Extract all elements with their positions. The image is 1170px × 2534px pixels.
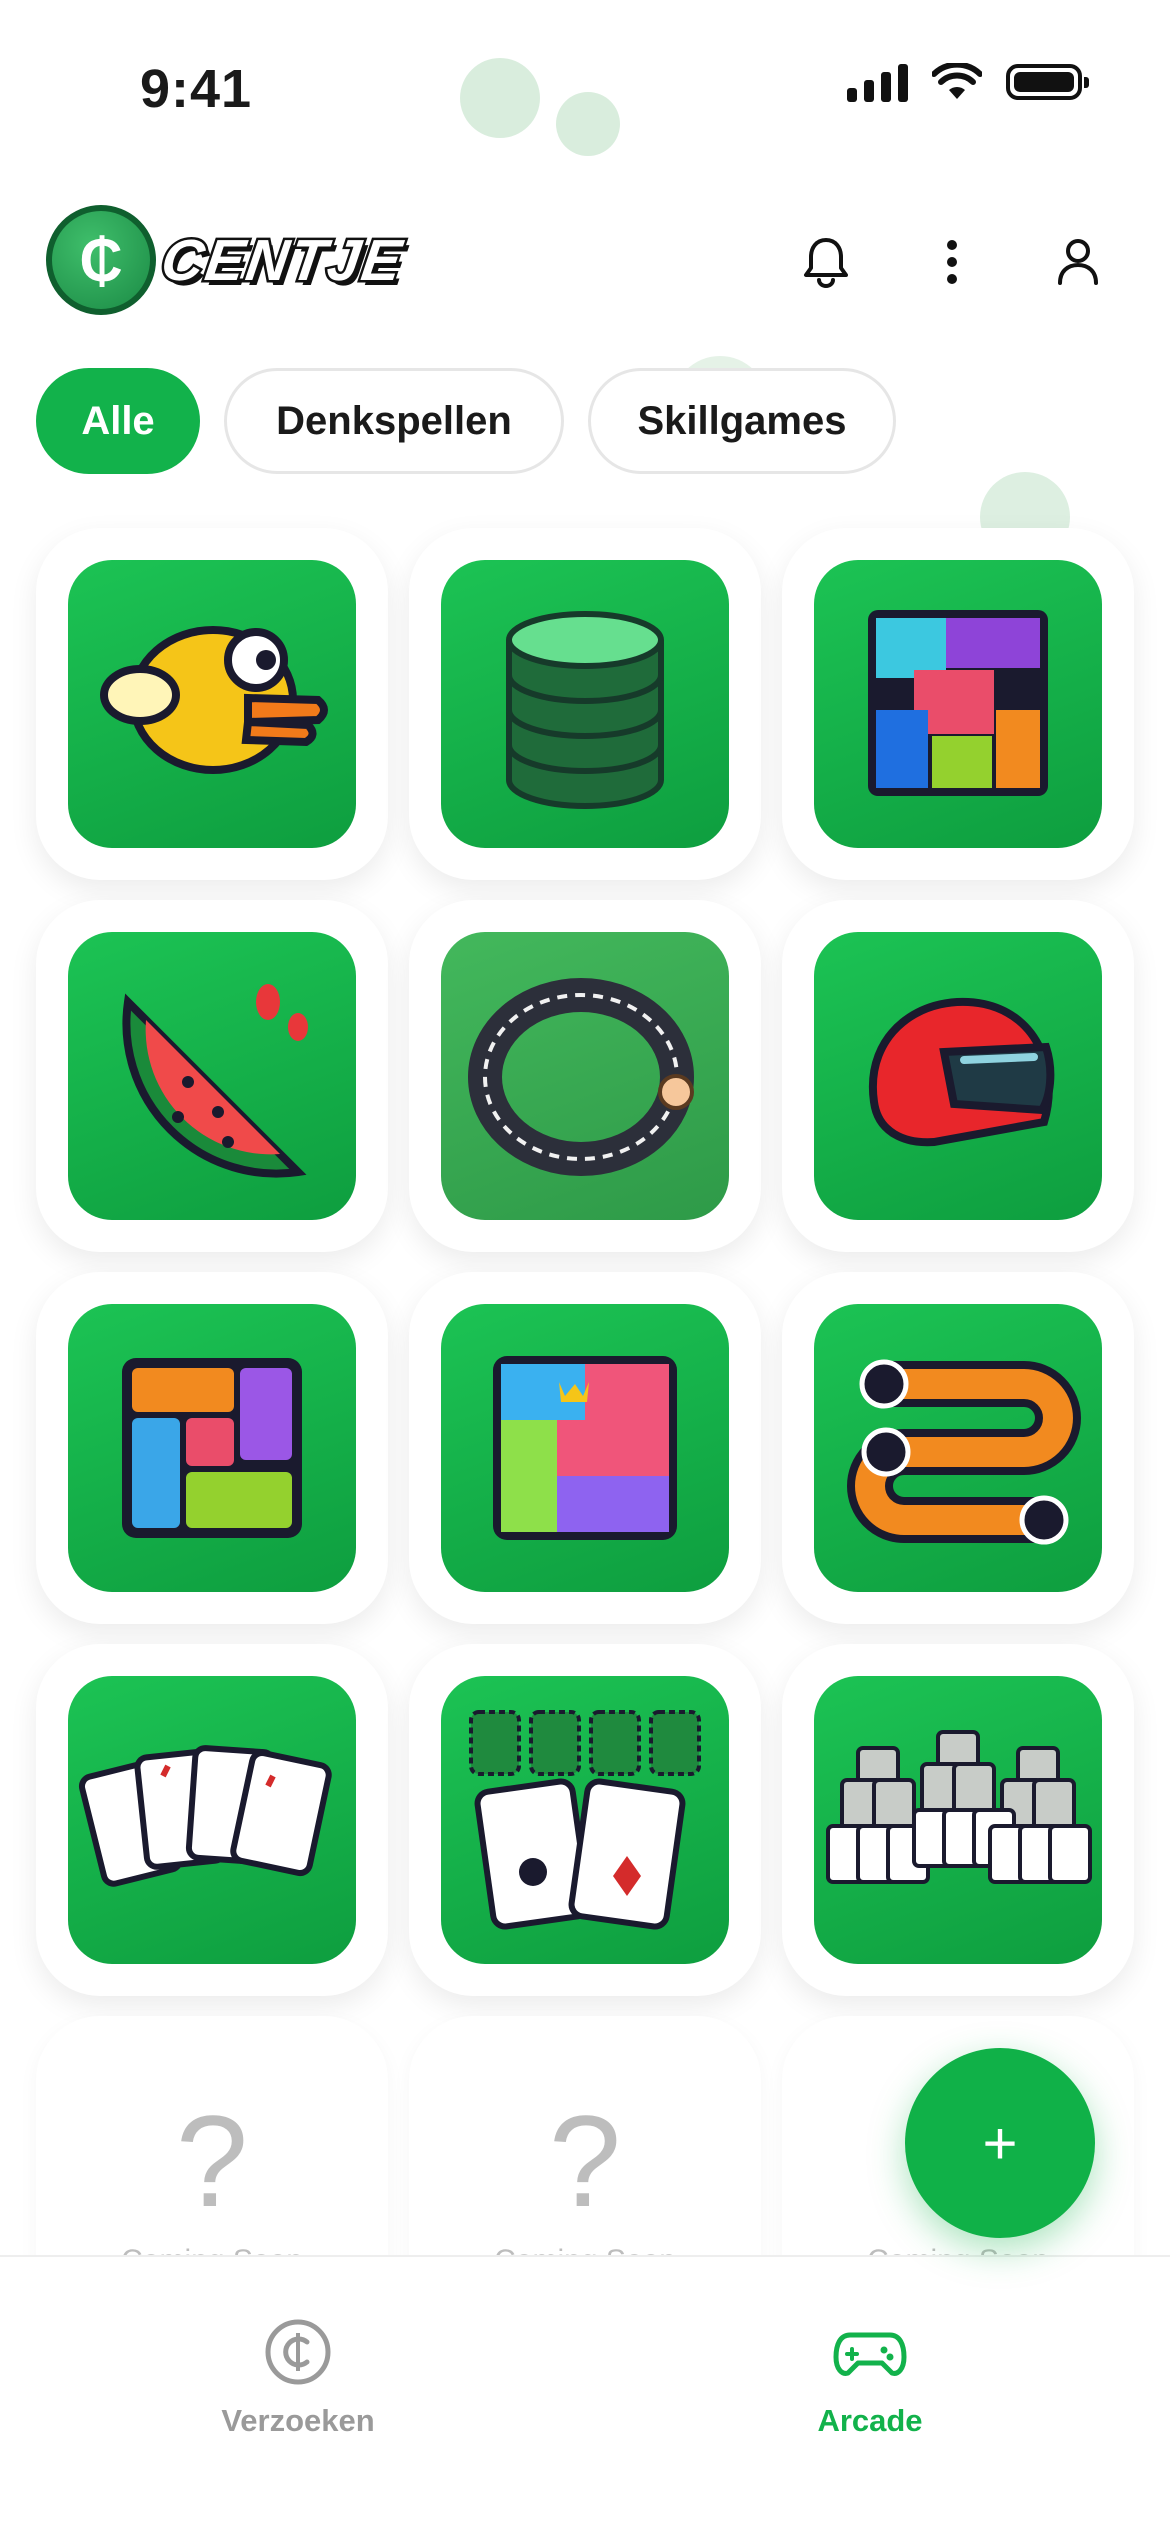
profile-button[interactable] (1048, 232, 1108, 292)
game-tile-sliding-blocks[interactable] (36, 1272, 388, 1624)
question-mark-icon: ? (548, 2088, 622, 2234)
add-button[interactable]: + (905, 2048, 1095, 2238)
card-sequence-icon (78, 1745, 332, 1887)
filter-chip-skillgames[interactable]: Skillgames (588, 368, 896, 474)
watermelon-slice-icon (122, 984, 308, 1178)
brand-wordmark: CENTJE (155, 225, 410, 295)
bell-icon (804, 238, 848, 288)
nav-tab-verzoeken[interactable]: Verzoeken (148, 2317, 448, 2439)
cellular-signal-icon (847, 62, 908, 102)
filter-chip-denkspellen[interactable]: Denkspellen (224, 368, 564, 474)
user-icon (1058, 239, 1098, 285)
battery-icon (1006, 64, 1089, 100)
coin-stack-icon (506, 611, 664, 809)
racing-helmet-icon (868, 997, 1055, 1147)
game-tile-coin-stack[interactable] (409, 528, 761, 880)
filter-chip-alle[interactable]: Alle (36, 368, 200, 474)
solitaire-cards-icon (469, 1710, 701, 1930)
game-tile-racing[interactable] (782, 900, 1134, 1252)
flappy-bird-icon (100, 626, 328, 774)
nav-tab-arcade[interactable]: Arcade (720, 2317, 1020, 2439)
queens-puzzle-icon (493, 1356, 677, 1540)
coin-logo-icon: ₵ (46, 205, 156, 315)
notifications-button[interactable] (796, 232, 856, 292)
game-tile-block-puzzle[interactable] (782, 528, 1134, 880)
more-vertical-icon (947, 240, 957, 284)
more-options-button[interactable] (922, 232, 982, 292)
game-tile-queens-puzzle[interactable] (409, 1272, 761, 1624)
floating-coin-decoration (556, 92, 620, 156)
nav-label-arcade: Arcade (817, 2403, 923, 2438)
block-puzzle-icon (868, 610, 1048, 796)
game-tile-race-track[interactable] (409, 900, 761, 1252)
app-logo: ₵ CENTJE (46, 205, 410, 315)
status-time: 9:41 (140, 59, 253, 119)
nav-label-verzoeken: Verzoeken (221, 2403, 375, 2438)
bottom-navigation: Verzoeken Arcade (0, 2255, 1170, 2534)
game-tile-card-sequence[interactable] (36, 1644, 388, 1996)
game-tile-flappy-bird[interactable] (36, 528, 388, 880)
wifi-icon (932, 63, 982, 99)
question-mark-icon: ? (175, 2088, 249, 2234)
status-icons (847, 62, 1089, 102)
game-tile-tripeaks[interactable] (782, 1644, 1134, 1996)
tripeaks-solitaire-icon (826, 1730, 1092, 1884)
game-tile-fruit-slice[interactable] (36, 900, 388, 1252)
sliding-blocks-icon (122, 1358, 302, 1538)
number-path-icon (847, 1359, 1081, 1545)
coin-outline-icon (265, 2319, 331, 2385)
race-track-icon (468, 978, 694, 1176)
gamepad-icon (833, 2332, 907, 2376)
game-tile-number-path[interactable] (782, 1272, 1134, 1624)
floating-coin-decoration (460, 58, 540, 138)
game-tile-solitaire[interactable] (409, 1644, 761, 1996)
